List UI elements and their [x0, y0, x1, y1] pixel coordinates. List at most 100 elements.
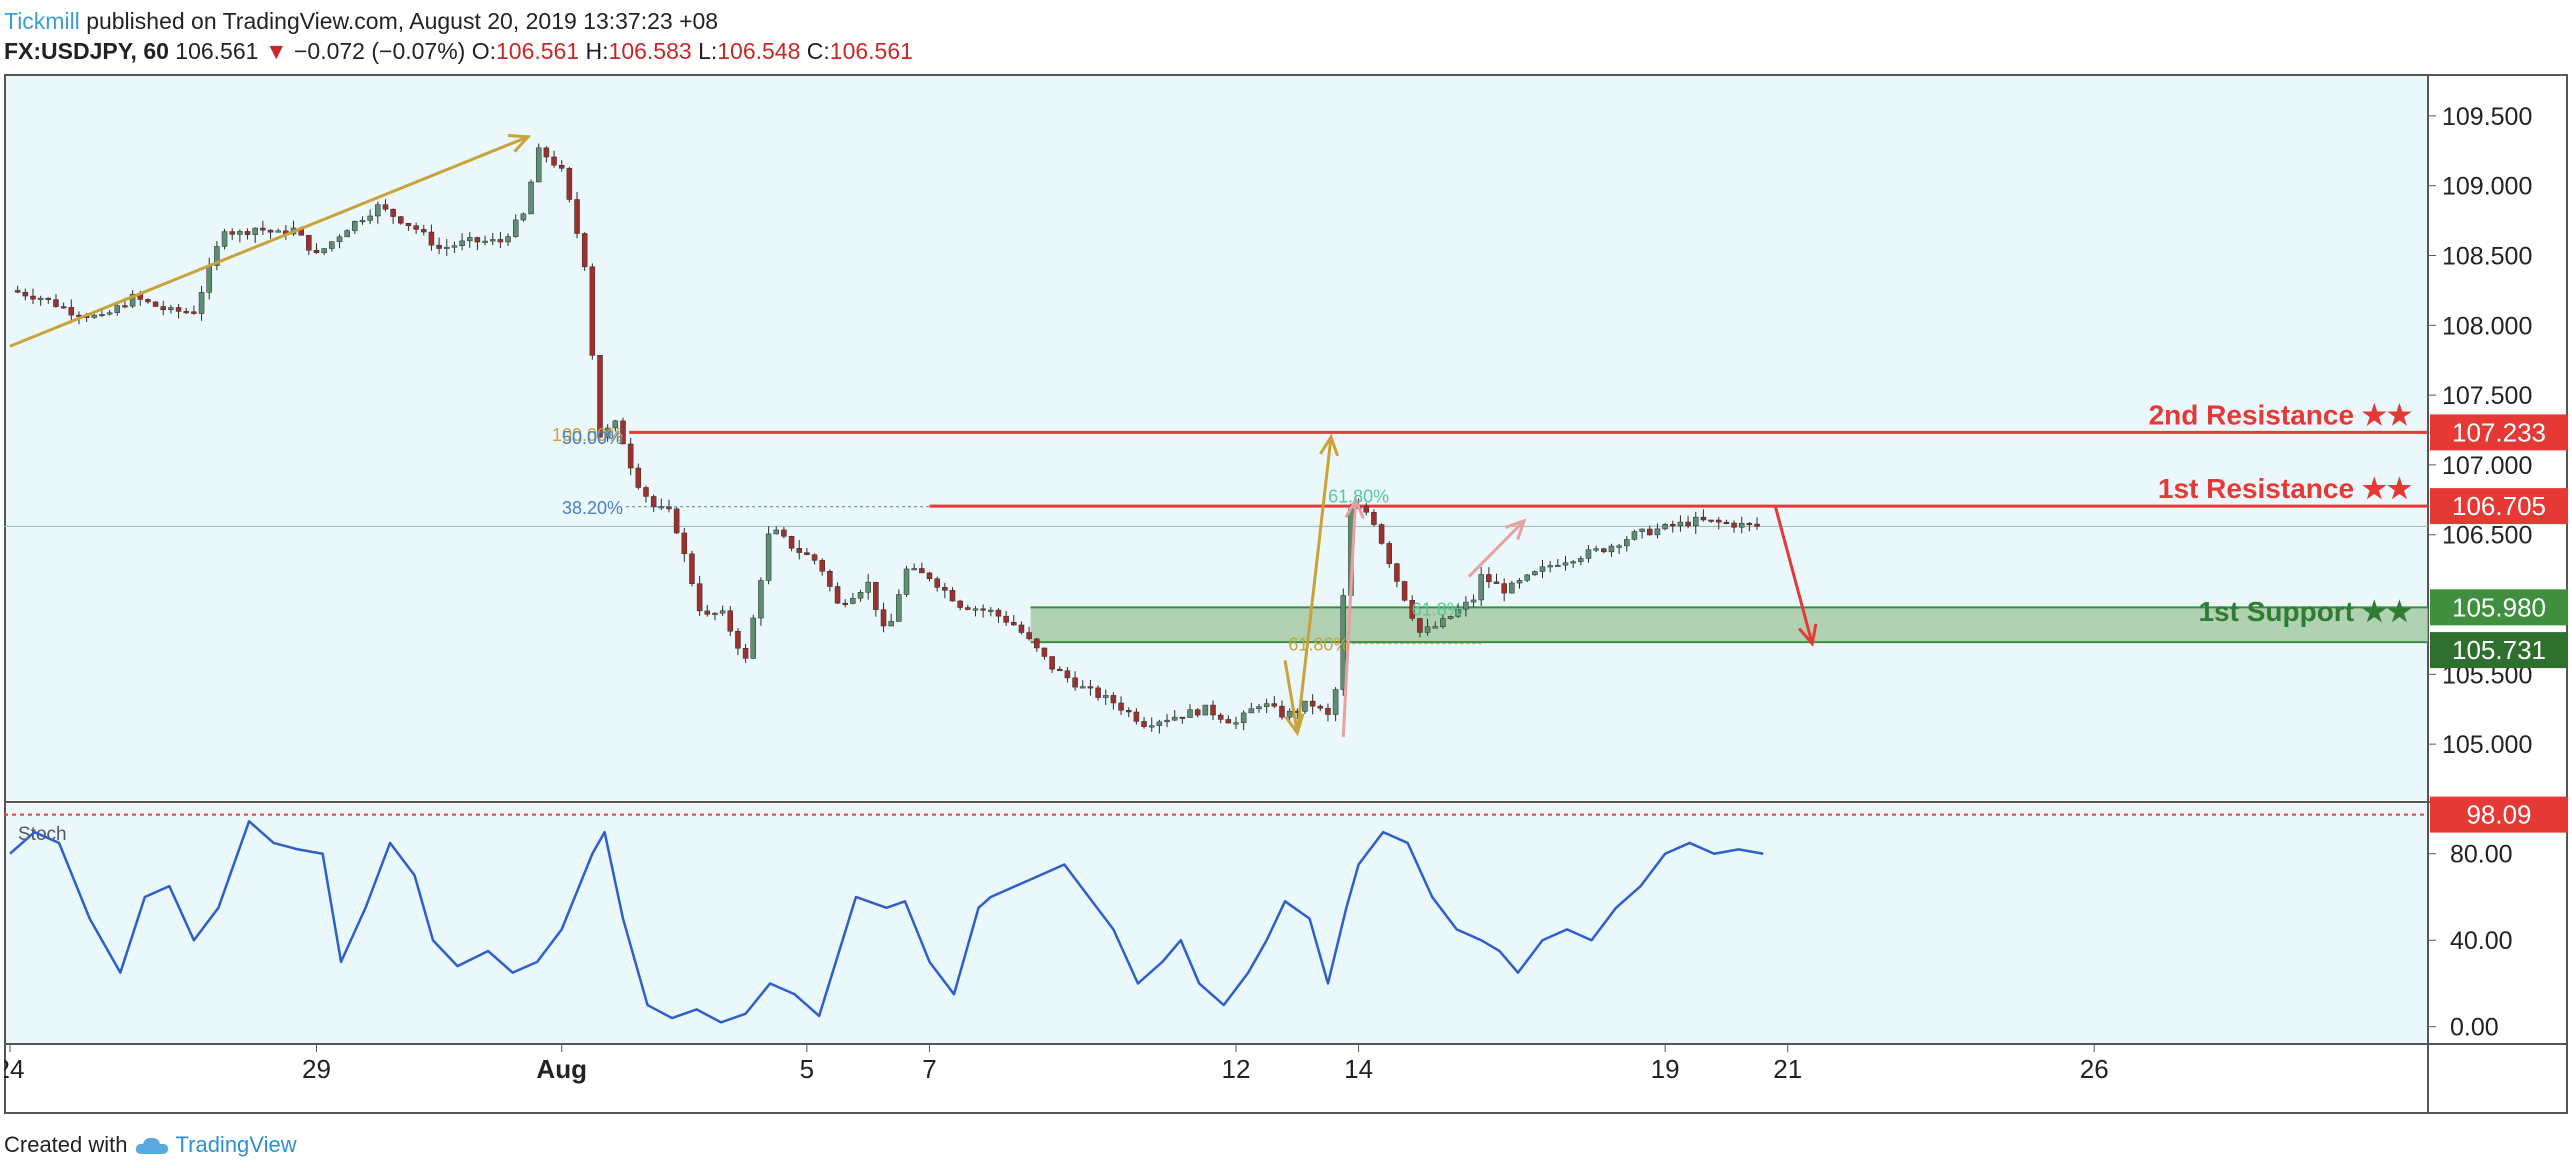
- candle-body: [183, 311, 189, 314]
- candle-body: [1194, 709, 1201, 716]
- x-tick-label: 24: [4, 1054, 24, 1084]
- stoch-y-tick-label: 0.00: [2450, 1014, 2499, 1042]
- candle-body: [1601, 548, 1607, 553]
- candle-body: [735, 630, 741, 649]
- candle-body: [1754, 523, 1760, 527]
- candle-body: [896, 594, 902, 622]
- candle-body: [1662, 523, 1668, 530]
- candle-body: [911, 568, 917, 571]
- symbol-label[interactable]: FX:USDJPY, 60: [4, 38, 169, 64]
- x-tick-label: 29: [302, 1054, 331, 1084]
- candle-body: [650, 496, 657, 508]
- candle-body: [1118, 702, 1124, 711]
- candle-body: [1424, 626, 1431, 633]
- published-text: published on TradingView.com, August 20,…: [86, 8, 719, 34]
- candle-body: [436, 244, 442, 249]
- candle-body: [382, 204, 389, 210]
- high-label: H:: [585, 38, 609, 64]
- candle-body: [627, 443, 634, 469]
- x-tick-label: 14: [1344, 1054, 1373, 1084]
- candle-body: [1164, 719, 1170, 723]
- created-with-text: Created with: [4, 1132, 128, 1157]
- candle-body: [14, 290, 21, 293]
- candle-body: [267, 229, 274, 233]
- candle-body: [758, 580, 764, 619]
- candle-body: [1532, 571, 1538, 576]
- candle-body: [114, 305, 121, 313]
- author-link[interactable]: Tickmill: [4, 8, 80, 34]
- candle-body: [957, 600, 963, 608]
- candle-body: [1478, 574, 1484, 601]
- x-tick-label: 7: [922, 1054, 936, 1084]
- candle-body: [1386, 543, 1392, 564]
- candle-body: [1179, 716, 1186, 719]
- fib-label: 38.20%: [562, 498, 623, 518]
- candle-body: [1317, 705, 1324, 709]
- chart-svg[interactable]: 2nd Resistance ★★ 1st Resistance ★★ 1st Su…: [0, 74, 2568, 1114]
- candle-body: [313, 250, 320, 253]
- candle-body: [275, 230, 281, 233]
- candle-body: [589, 266, 596, 356]
- y-tick-label: 105.000: [2442, 731, 2532, 759]
- candle-body: [903, 568, 910, 595]
- tradingview-brand[interactable]: TradingView: [176, 1132, 297, 1158]
- candle-body: [804, 552, 810, 555]
- candle-body: [1470, 599, 1477, 603]
- candle-body: [106, 312, 113, 315]
- candle-body: [260, 227, 266, 231]
- last-price: 106.561: [175, 38, 259, 64]
- candle-body: [1738, 522, 1745, 528]
- stoch-pane-bg: [4, 804, 2428, 1044]
- candle-body: [1263, 703, 1270, 707]
- candle-body: [719, 610, 726, 614]
- resistance-2-price-tag: 107.233: [2452, 417, 2546, 447]
- candle-body: [765, 533, 772, 581]
- candle-body: [1003, 615, 1009, 623]
- candle-body: [175, 307, 182, 312]
- close-value: 106.561: [829, 38, 913, 64]
- candle-body: [965, 607, 971, 610]
- candle-body: [229, 231, 235, 235]
- candle-body: [1708, 519, 1714, 522]
- candle-body: [850, 597, 856, 604]
- candle-body: [22, 291, 29, 297]
- y-tick-label: 106.500: [2442, 522, 2532, 550]
- candle-body: [1585, 549, 1592, 559]
- resistance-2-label: 2nd Resistance ★★: [2149, 399, 2412, 430]
- candle-body: [574, 199, 580, 234]
- y-tick-label: 107.500: [2442, 382, 2532, 410]
- candle-body: [1723, 521, 1730, 524]
- candle-body: [673, 508, 680, 534]
- candle-body: [1125, 710, 1132, 713]
- support-top-price-tag: 105.980: [2452, 592, 2546, 622]
- support-1-label: 1st Support ★★: [2198, 596, 2412, 627]
- candle-body: [750, 617, 757, 659]
- candle-body: [1562, 562, 1569, 566]
- candle-body: [796, 547, 802, 553]
- candle-body: [1593, 548, 1599, 551]
- candle-body: [1034, 638, 1040, 649]
- candle-body: [1309, 700, 1316, 707]
- y-tick-label: 108.500: [2442, 243, 2532, 271]
- candle-body: [1279, 705, 1285, 718]
- x-tick-label: Aug: [536, 1054, 587, 1084]
- candle-body: [1371, 512, 1377, 525]
- candle-body: [773, 529, 779, 535]
- resistance-1-label: 1st Resistance ★★: [2158, 473, 2412, 504]
- candle-body: [1378, 524, 1385, 544]
- x-tick-label: 12: [1222, 1054, 1251, 1084]
- candle-body: [474, 237, 481, 243]
- candle-body: [811, 554, 818, 561]
- candle-body: [198, 292, 205, 314]
- price-change: −0.072 (−0.07%): [293, 38, 466, 64]
- candle-body: [535, 147, 542, 183]
- candle-body: [834, 586, 841, 604]
- candle-body: [1141, 721, 1147, 727]
- candle-body: [742, 648, 749, 659]
- candle-body: [1715, 519, 1722, 523]
- candle-body: [1616, 545, 1622, 548]
- candle-body: [1639, 528, 1645, 532]
- candle-body: [329, 241, 335, 249]
- candle-body: [497, 239, 504, 243]
- candle-body: [1080, 686, 1086, 689]
